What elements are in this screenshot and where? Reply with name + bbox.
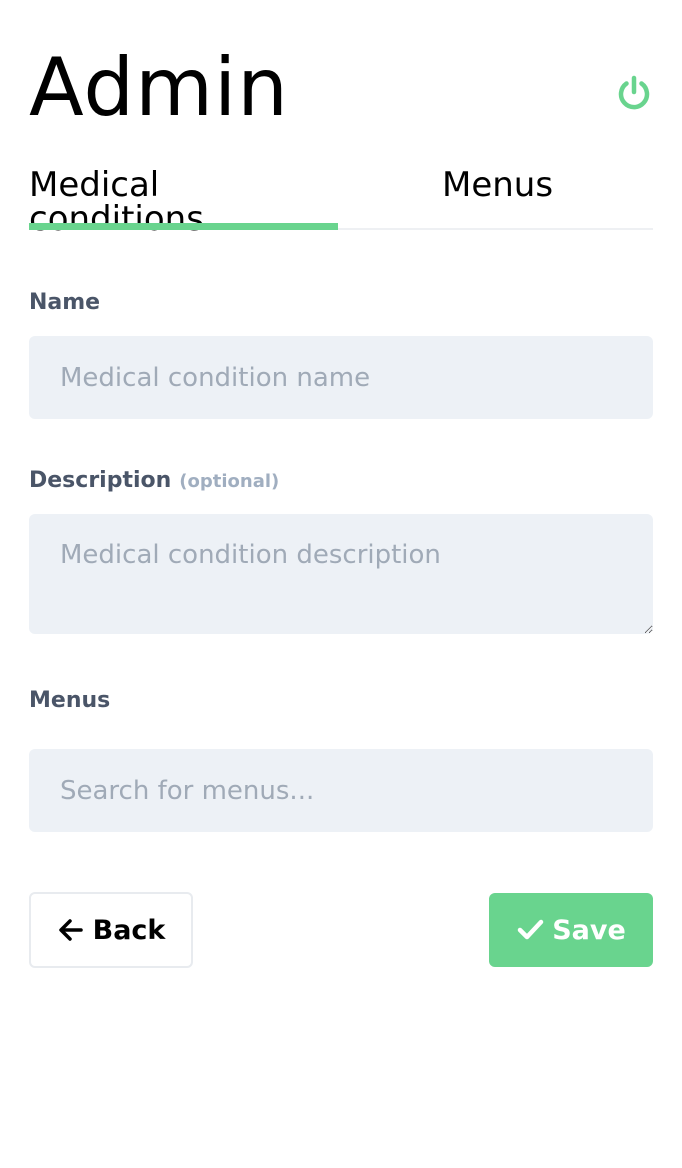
name-input[interactable] xyxy=(29,336,653,419)
menus-label: Menus xyxy=(29,690,653,712)
name-label: Name xyxy=(29,292,653,314)
description-textarea[interactable] xyxy=(29,514,653,634)
arrow-left-icon xyxy=(57,916,85,944)
description-label: Description (optional) xyxy=(29,470,653,492)
menus-search-input[interactable] xyxy=(29,749,653,832)
name-label-text: Name xyxy=(29,290,101,315)
back-button-label: Back xyxy=(92,914,166,946)
tab-menus[interactable]: Menus xyxy=(442,150,553,228)
tab-bar: Medical conditions Menus xyxy=(29,150,653,236)
menus-label-text: Menus xyxy=(29,688,111,713)
power-icon[interactable] xyxy=(615,74,653,112)
check-icon xyxy=(516,916,544,944)
optional-label: (optional) xyxy=(179,471,280,492)
admin-page: Admin Medical conditions Menus Name Desc… xyxy=(0,0,682,1168)
page-title: Admin xyxy=(29,41,289,134)
form-actions: Back Save xyxy=(29,892,653,968)
medical-condition-form: Name Description (optional) Menus Back xyxy=(29,230,653,968)
header: Admin xyxy=(29,0,653,150)
description-label-text: Description xyxy=(29,468,172,493)
save-button-label: Save xyxy=(552,914,626,946)
tab-medical-conditions[interactable]: Medical conditions xyxy=(29,150,338,236)
save-button[interactable]: Save xyxy=(489,893,653,967)
back-button[interactable]: Back xyxy=(29,892,193,968)
